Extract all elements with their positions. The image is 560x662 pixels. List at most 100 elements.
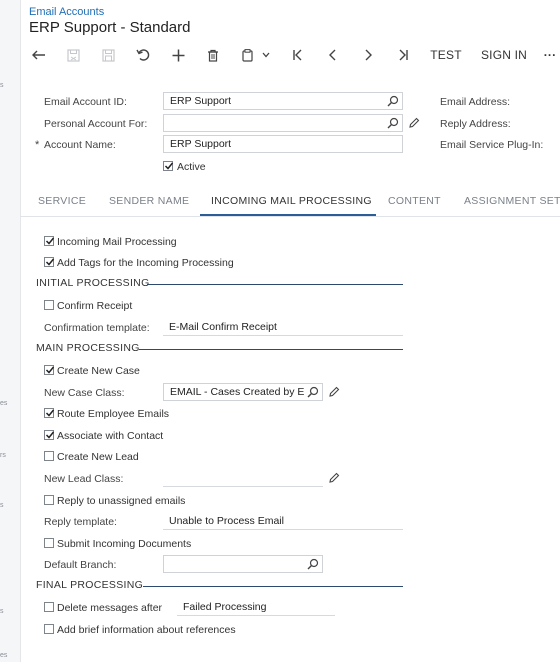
save-button[interactable] [97, 43, 119, 67]
delete-messages-value: Failed Processing [183, 601, 267, 613]
checkmark-icon [45, 366, 55, 374]
first-record-button[interactable] [287, 43, 309, 67]
section-divider [143, 586, 403, 587]
create-new-lead-checkbox[interactable] [44, 451, 54, 461]
add-tags-label: Add Tags for the Incoming Processing [57, 257, 234, 269]
delete-button[interactable] [202, 43, 224, 67]
reply-unassigned-checkbox[interactable] [44, 495, 54, 505]
route-employee-emails-label: Route Employee Emails [57, 408, 170, 420]
add-tags-checkbox[interactable] [44, 257, 55, 267]
rail-label-fragment[interactable]: s [0, 608, 4, 615]
tab-sender-name[interactable]: SENDER NAME [109, 195, 189, 207]
submit-incoming-docs-checkbox[interactable] [44, 538, 54, 548]
delete-messages-field[interactable]: Failed Processing [177, 598, 335, 616]
toolbar: TEST SIGN IN ··· [20, 43, 560, 67]
email-account-id-label: Email Account ID: [44, 96, 127, 108]
back-button[interactable] [28, 43, 50, 67]
submit-incoming-docs-label: Submit Incoming Documents [57, 538, 192, 550]
search-icon[interactable] [307, 558, 319, 570]
active-tab-indicator [200, 214, 376, 216]
tab-bar: SERVICE SENDER NAME INCOMING MAIL PROCES… [20, 188, 560, 217]
cancel-button[interactable] [132, 43, 154, 67]
email-address-label: Email Address: [440, 96, 511, 108]
left-navigation-rail: s es rs s s es [0, 0, 21, 662]
confirmation-template-label: Confirmation template: [44, 322, 150, 334]
new-case-class-value: EMAIL - Cases Created by Er [170, 386, 304, 398]
save-icon [101, 48, 115, 62]
initial-processing-title: INITIAL PROCESSING [36, 277, 150, 289]
main-processing-title: MAIN PROCESSING [36, 342, 140, 354]
final-processing-title: FINAL PROCESSING [36, 579, 144, 591]
more-actions-button[interactable]: ··· [540, 43, 560, 67]
add-button[interactable] [167, 43, 189, 67]
confirmation-template-field[interactable]: E-Mail Confirm Receipt [163, 318, 403, 336]
checkmark-icon [164, 162, 174, 170]
search-icon[interactable] [307, 386, 319, 398]
create-new-case-label: Create New Case [57, 365, 140, 377]
rail-label-fragment[interactable]: rs [0, 452, 6, 459]
new-lead-class-field[interactable] [163, 469, 323, 487]
default-branch-field[interactable] [163, 555, 323, 573]
rail-label-fragment[interactable]: s [0, 502, 4, 509]
previous-record-icon [329, 49, 336, 61]
email-account-id-field[interactable]: ERP Support [163, 92, 403, 110]
breadcrumb[interactable]: Email Accounts [29, 6, 104, 18]
route-employee-emails-checkbox[interactable] [44, 408, 55, 418]
new-case-class-field[interactable]: EMAIL - Cases Created by Er [163, 383, 323, 401]
tab-incoming-mail-processing[interactable]: INCOMING MAIL PROCESSING [211, 195, 372, 207]
section-divider [147, 284, 403, 285]
previous-record-button[interactable] [322, 43, 344, 67]
account-name-label: Account Name: [44, 139, 116, 151]
account-name-value: ERP Support [170, 138, 232, 150]
new-case-class-label: New Case Class: [44, 387, 125, 399]
tab-service[interactable]: SERVICE [38, 195, 86, 207]
add-brief-info-checkbox[interactable] [44, 624, 54, 634]
edit-pencil-icon[interactable] [329, 386, 340, 397]
delete-messages-label: Delete messages after [57, 602, 163, 614]
rail-label-fragment[interactable]: es [0, 400, 7, 407]
sign-in-button[interactable]: SIGN IN [478, 43, 530, 67]
new-lead-class-label: New Lead Class: [44, 473, 124, 485]
last-record-button[interactable] [392, 43, 414, 67]
rail-label-fragment[interactable]: s [0, 82, 4, 89]
cancel-icon [136, 49, 150, 61]
reply-address-label: Reply Address: [440, 118, 511, 130]
edit-pencil-icon[interactable] [409, 117, 420, 128]
edit-pencil-icon[interactable] [329, 472, 340, 483]
account-name-field[interactable]: ERP Support [163, 135, 403, 153]
section-divider [139, 349, 403, 350]
associate-with-contact-label: Associate with Contact [57, 430, 164, 442]
personal-account-for-field[interactable] [163, 114, 403, 132]
add-brief-info-label: Add brief information about references [57, 624, 236, 636]
checkmark-icon [45, 237, 55, 245]
test-button[interactable]: TEST [426, 43, 466, 67]
tab-assignment-settings[interactable]: ASSIGNMENT SETT [464, 195, 560, 207]
email-service-plugin-label: Email Service Plug-In: [440, 139, 544, 151]
default-branch-label: Default Branch: [44, 559, 117, 571]
personal-account-for-label: Personal Account For: [44, 118, 148, 130]
rail-label-fragment[interactable]: es [0, 652, 7, 659]
associate-with-contact-checkbox[interactable] [44, 430, 55, 440]
page-title: ERP Support - Standard [29, 19, 191, 36]
tab-content[interactable]: CONTENT [388, 195, 441, 207]
search-icon[interactable] [387, 95, 399, 107]
incoming-mail-processing-checkbox[interactable] [44, 236, 55, 246]
add-icon [172, 49, 184, 61]
checkmark-icon [45, 258, 55, 266]
reply-template-label: Reply template: [44, 516, 117, 528]
next-record-button[interactable] [357, 43, 379, 67]
create-new-case-checkbox[interactable] [44, 365, 55, 375]
active-checkbox[interactable] [163, 161, 174, 171]
reply-template-field[interactable]: Unable to Process Email [163, 512, 403, 530]
clipboard-dropdown-button[interactable] [237, 43, 275, 67]
search-icon[interactable] [387, 117, 399, 129]
required-marker: * [35, 139, 40, 151]
reply-template-value: Unable to Process Email [169, 515, 284, 527]
delete-messages-checkbox[interactable] [44, 602, 54, 612]
confirm-receipt-checkbox[interactable] [44, 300, 54, 310]
save-close-button[interactable] [62, 43, 84, 67]
next-record-icon [365, 49, 372, 61]
delete-icon [208, 49, 218, 62]
confirmation-template-value: E-Mail Confirm Receipt [169, 321, 277, 333]
first-record-icon [293, 49, 302, 61]
